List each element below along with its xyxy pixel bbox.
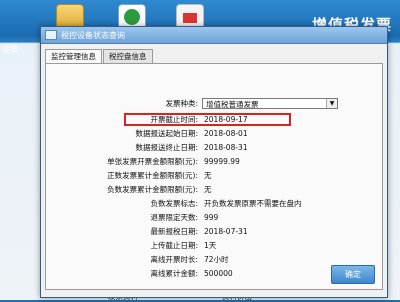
field-label: 数据报送终止日期: <box>135 143 198 152</box>
field-row: 开票截止时间: 2018-09-17 <box>46 114 382 126</box>
field-row: 上传截止日期: 1天 <box>46 240 382 252</box>
field-value: 2018-08-01 <box>204 129 248 138</box>
chevron-down-icon[interactable]: ▼ <box>326 99 337 108</box>
field-label: 退票限定天数: <box>150 213 198 222</box>
field-value: 72小时 <box>204 255 229 264</box>
field-label: 数据报送起始日期: <box>135 129 198 138</box>
device-status-dialog: 税控设备状态查询 监控管理信息 税控盘信息 发票种类: 增值税普通发票 ▼ 开票… <box>40 26 388 298</box>
field-value: 2018-07-31 <box>204 227 248 236</box>
field-row: 数据报送起始日期: 2018-08-01 <box>46 128 382 140</box>
ok-button[interactable]: 确定 <box>331 265 375 284</box>
field-row: 单张发票开票金额限额(元): 99999.99 <box>46 156 382 168</box>
field-value: 500000 <box>204 269 233 278</box>
dialog-titlebar[interactable]: 税控设备状态查询 <box>41 27 387 44</box>
invoice-type-label: 发票种类: <box>165 99 198 108</box>
dialog-title: 税控设备状态查询 <box>61 30 125 40</box>
field-value: 无 <box>204 185 212 194</box>
field-label: 正数发票累计金额限额(元): <box>107 171 198 180</box>
invoice-type-row: 发票种类: 增值税普通发票 ▼ <box>46 98 382 110</box>
field-row: 负数发票累计金额限额(元): 无 <box>46 184 382 196</box>
invoice-type-select[interactable]: 增值税普通发票 ▼ <box>202 98 338 109</box>
field-row: 最新报税日期: 2018-07-31 <box>46 226 382 238</box>
field-row: 正数发票累计金额限额(元): 无 <box>46 170 382 182</box>
field-label: 离线开票时长: <box>150 255 198 264</box>
field-label: 单张发票开票金额限额(元): <box>107 157 198 166</box>
invoice-type-value: 增值税普通发票 <box>206 100 259 109</box>
field-row: 数据报送终止日期: 2018-08-31 <box>46 142 382 154</box>
field-label: 上传截止日期: <box>150 241 198 250</box>
tab-tax-disk-info[interactable]: 税控盘信息 <box>103 49 153 63</box>
field-label: 负数发票累计金额限额(元): <box>107 185 198 194</box>
tab-bar: 监控管理信息 税控盘信息 <box>45 49 154 64</box>
window-icon <box>45 30 57 40</box>
field-value: 999 <box>204 213 219 222</box>
field-value: 99999.99 <box>204 157 240 166</box>
field-label: 离线累计金额: <box>150 269 198 278</box>
field-row: 负数发票标志: 开负数发票原票不需要在盘内 <box>46 198 382 210</box>
field-label: 最新报税日期: <box>150 227 198 236</box>
tab-monitor-info[interactable]: 监控管理信息 <box>45 49 102 64</box>
settings-label[interactable]: 设置 <box>2 44 18 55</box>
field-value: 无 <box>204 171 212 180</box>
field-label: 负数发票标志: <box>150 199 198 208</box>
field-value: 2018-08-31 <box>204 143 248 152</box>
field-row: 退票限定天数: 999 <box>46 212 382 224</box>
field-value: 1天 <box>204 241 217 250</box>
field-label: 开票截止时间: <box>150 115 198 124</box>
field-value: 2018-09-17 <box>204 115 248 124</box>
info-panel: 发票种类: 增值税普通发票 ▼ 开票截止时间: 2018-09-17 数据报送起… <box>45 63 383 290</box>
field-value: 开负数发票原票不需要在盘内 <box>204 199 302 208</box>
